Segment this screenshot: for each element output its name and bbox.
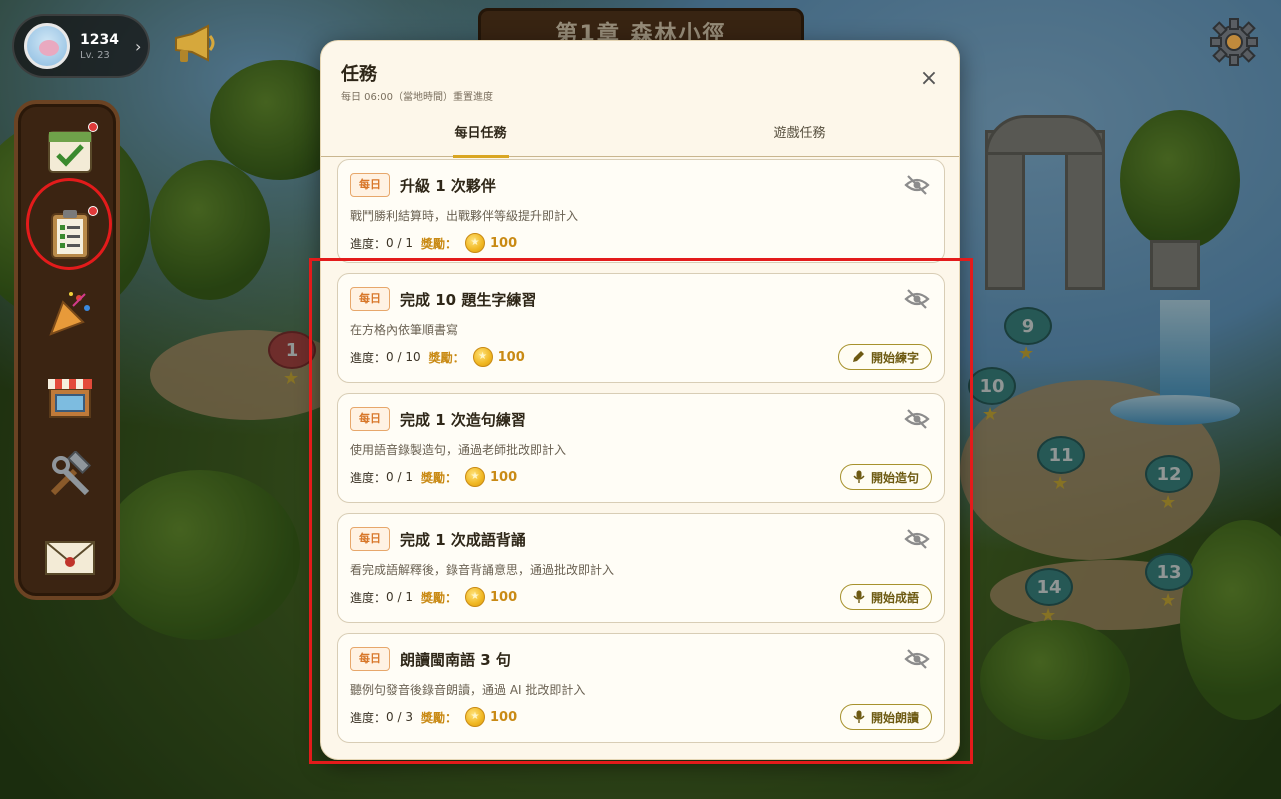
tab-daily-tasks[interactable]: 每日任務 — [321, 117, 640, 158]
task-progress: 進度：0 / 1 獎勵： 100 — [350, 233, 517, 253]
sidebar-item-tools[interactable] — [40, 446, 100, 506]
tools-icon — [50, 451, 92, 496]
close-icon[interactable]: × — [917, 67, 941, 91]
coin-icon — [464, 233, 485, 253]
modal-title: 任務 — [341, 64, 377, 85]
sidebar-item-events[interactable] — [40, 284, 100, 344]
profile-button[interactable]: 1234 Lv. 23 › — [12, 14, 150, 78]
sidebar-item-checkin[interactable] — [40, 120, 100, 180]
sidebar — [14, 100, 120, 600]
shop-icon — [48, 379, 92, 418]
megaphone-icon[interactable] — [168, 22, 218, 70]
sidebar-item-shop[interactable] — [40, 366, 100, 426]
task-card: 每日 升級 1 次夥伴 戰鬥勝利結算時，出戰夥伴等級提升即計入 進度： 0 / 1… — [337, 159, 945, 263]
level-label: Lv. 23 — [80, 49, 110, 61]
modal-subtitle: 每日 06:00（當地時間）重置進度 — [341, 92, 493, 103]
gear-icon[interactable] — [1206, 14, 1262, 70]
mail-icon — [45, 541, 95, 575]
party-popper-icon — [49, 292, 90, 336]
chevron-right-icon: › — [134, 36, 142, 56]
task-description: 戰鬥勝利結算時，出戰夥伴等級提升即計入 — [350, 209, 579, 223]
avatar — [24, 23, 70, 69]
score-value: 1234 — [80, 31, 119, 48]
annotation-circle — [26, 178, 112, 270]
sidebar-item-mail[interactable] — [40, 528, 100, 588]
daily-badge: 每日 — [350, 173, 390, 197]
tab-game-tasks[interactable]: 遊戲任務 — [640, 117, 959, 157]
calendar-check-icon — [48, 131, 92, 173]
task-title: 升級 1 次夥伴 — [400, 177, 496, 195]
annotation-box — [309, 258, 973, 764]
eye-off-icon[interactable] — [904, 174, 930, 196]
task-tabs: 每日任務 遊戲任務 — [321, 117, 959, 158]
